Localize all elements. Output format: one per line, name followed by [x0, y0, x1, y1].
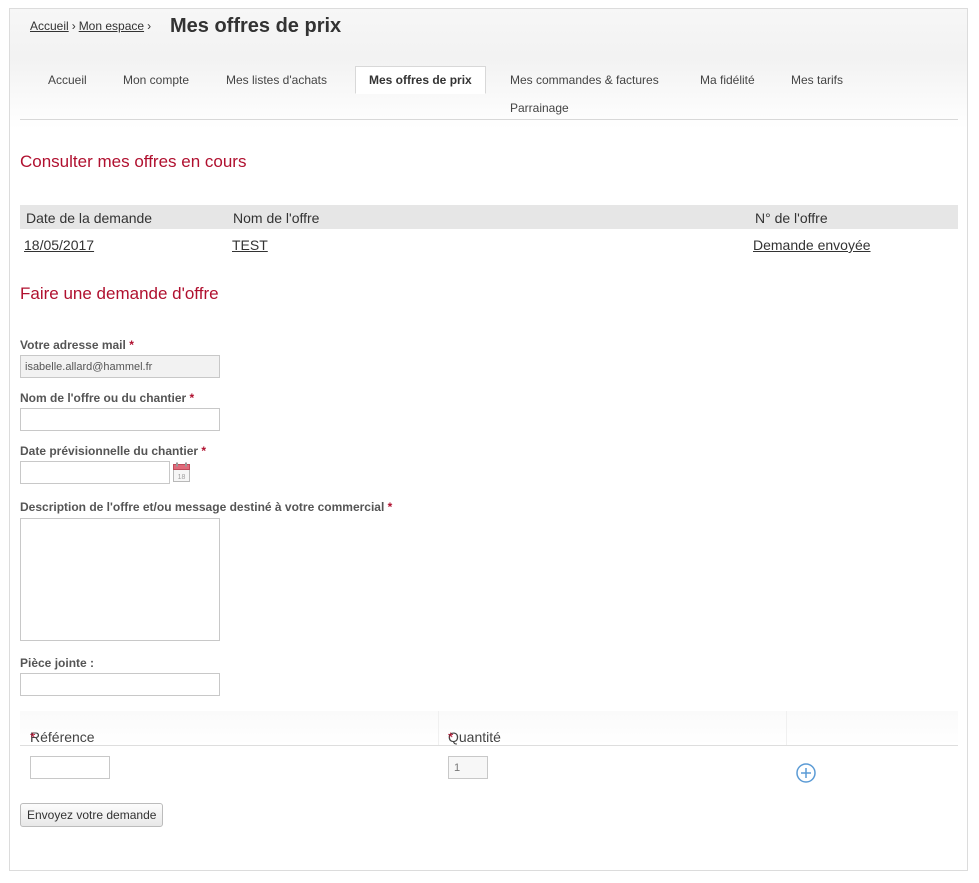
page-title: Mes offres de prix: [170, 15, 342, 37]
quantity-field[interactable]: [448, 756, 488, 779]
email-label: Votre adresse mail *: [20, 338, 134, 352]
date-field[interactable]: [20, 461, 170, 484]
offers-table: Date de la demande Nom de l'offre N° de …: [20, 205, 958, 261]
column-divider: [438, 711, 439, 745]
required-mark: *: [387, 500, 393, 514]
table-row: 18/05/2017 TEST Demande envoyée: [20, 229, 958, 261]
email-field[interactable]: [20, 355, 220, 378]
attachment-field[interactable]: [20, 673, 220, 696]
attachment-label: Pièce jointe :: [20, 656, 95, 670]
page-header: Accueil › Mon espace › Mes offres de prix A…: [10, 9, 967, 129]
required-mark: *: [30, 729, 36, 745]
email-label-text: Votre adresse mail: [20, 338, 126, 352]
tab-offres-prix[interactable]: Mes offres de prix: [355, 66, 486, 94]
required-mark: *: [448, 729, 454, 745]
column-header-date: Date de la demande: [26, 210, 153, 226]
tab-listes-achats[interactable]: Mes listes d'achats: [226, 73, 327, 87]
tab-fidelite[interactable]: Ma fidélité: [700, 73, 755, 87]
items-table-header: Référence * Quantité *: [20, 711, 958, 746]
offer-date-link[interactable]: 18/05/2017: [24, 237, 94, 253]
request-section-title: Faire une demande d'offre: [20, 284, 219, 303]
tab-tarifs[interactable]: Mes tarifs: [791, 73, 843, 87]
breadcrumb-separator: ›: [71, 19, 76, 33]
required-mark: *: [201, 444, 207, 458]
items-table: Référence * Quantité *: [20, 711, 958, 746]
tab-mon-compte[interactable]: Mon compte: [123, 73, 189, 87]
calendar-day-text: 18: [178, 474, 186, 481]
breadcrumb-my-space-link[interactable]: Mon espace: [79, 19, 144, 33]
date-label: Date prévisionnelle du chantier *: [20, 444, 206, 458]
page-frame: Accueil › Mon espace › Mes offres de prix A…: [9, 8, 968, 871]
offer-name-label: Nom de l'offre ou du chantier *: [20, 391, 194, 405]
offers-section-title: Consulter mes offres en cours: [20, 152, 247, 171]
offer-name-field[interactable]: [20, 408, 220, 431]
account-tabs: Accueil Mon compte Mes listes d'achats M…: [20, 65, 958, 120]
add-line-icon[interactable]: [796, 763, 816, 783]
column-divider: [786, 711, 787, 745]
reference-header-text: Référence: [30, 729, 95, 745]
column-header-number: N° de l'offre: [755, 210, 828, 226]
description-label: Description de l'offre et/ou message des…: [20, 500, 392, 514]
tab-commandes-factures[interactable]: Mes commandes & factures: [510, 73, 659, 87]
description-textarea[interactable]: [20, 518, 220, 641]
offer-name-link[interactable]: TEST: [232, 237, 268, 253]
breadcrumb: Accueil › Mon espace ›: [30, 19, 154, 33]
required-mark: *: [129, 338, 134, 352]
submit-request-button[interactable]: Envoyez votre demande: [20, 803, 164, 827]
offer-status-link[interactable]: Demande envoyée: [753, 237, 871, 253]
calendar-icon[interactable]: 18: [173, 462, 190, 482]
date-label-text: Date prévisionnelle du chantier: [20, 444, 199, 458]
description-label-text: Description de l'offre et/ou message des…: [20, 500, 385, 514]
offer-name-label-text: Nom de l'offre ou du chantier: [20, 391, 187, 405]
required-mark: *: [189, 391, 195, 405]
tab-accueil[interactable]: Accueil: [48, 73, 87, 87]
tab-parrainage[interactable]: Parrainage: [510, 101, 569, 115]
reference-field[interactable]: [30, 756, 110, 779]
table-header: Date de la demande Nom de l'offre N° de …: [20, 205, 958, 229]
quantity-header-text: Quantité: [448, 729, 501, 745]
breadcrumb-home-link[interactable]: Accueil: [30, 19, 69, 33]
breadcrumb-separator: ›: [147, 19, 152, 33]
column-header-name: Nom de l'offre: [233, 210, 320, 226]
